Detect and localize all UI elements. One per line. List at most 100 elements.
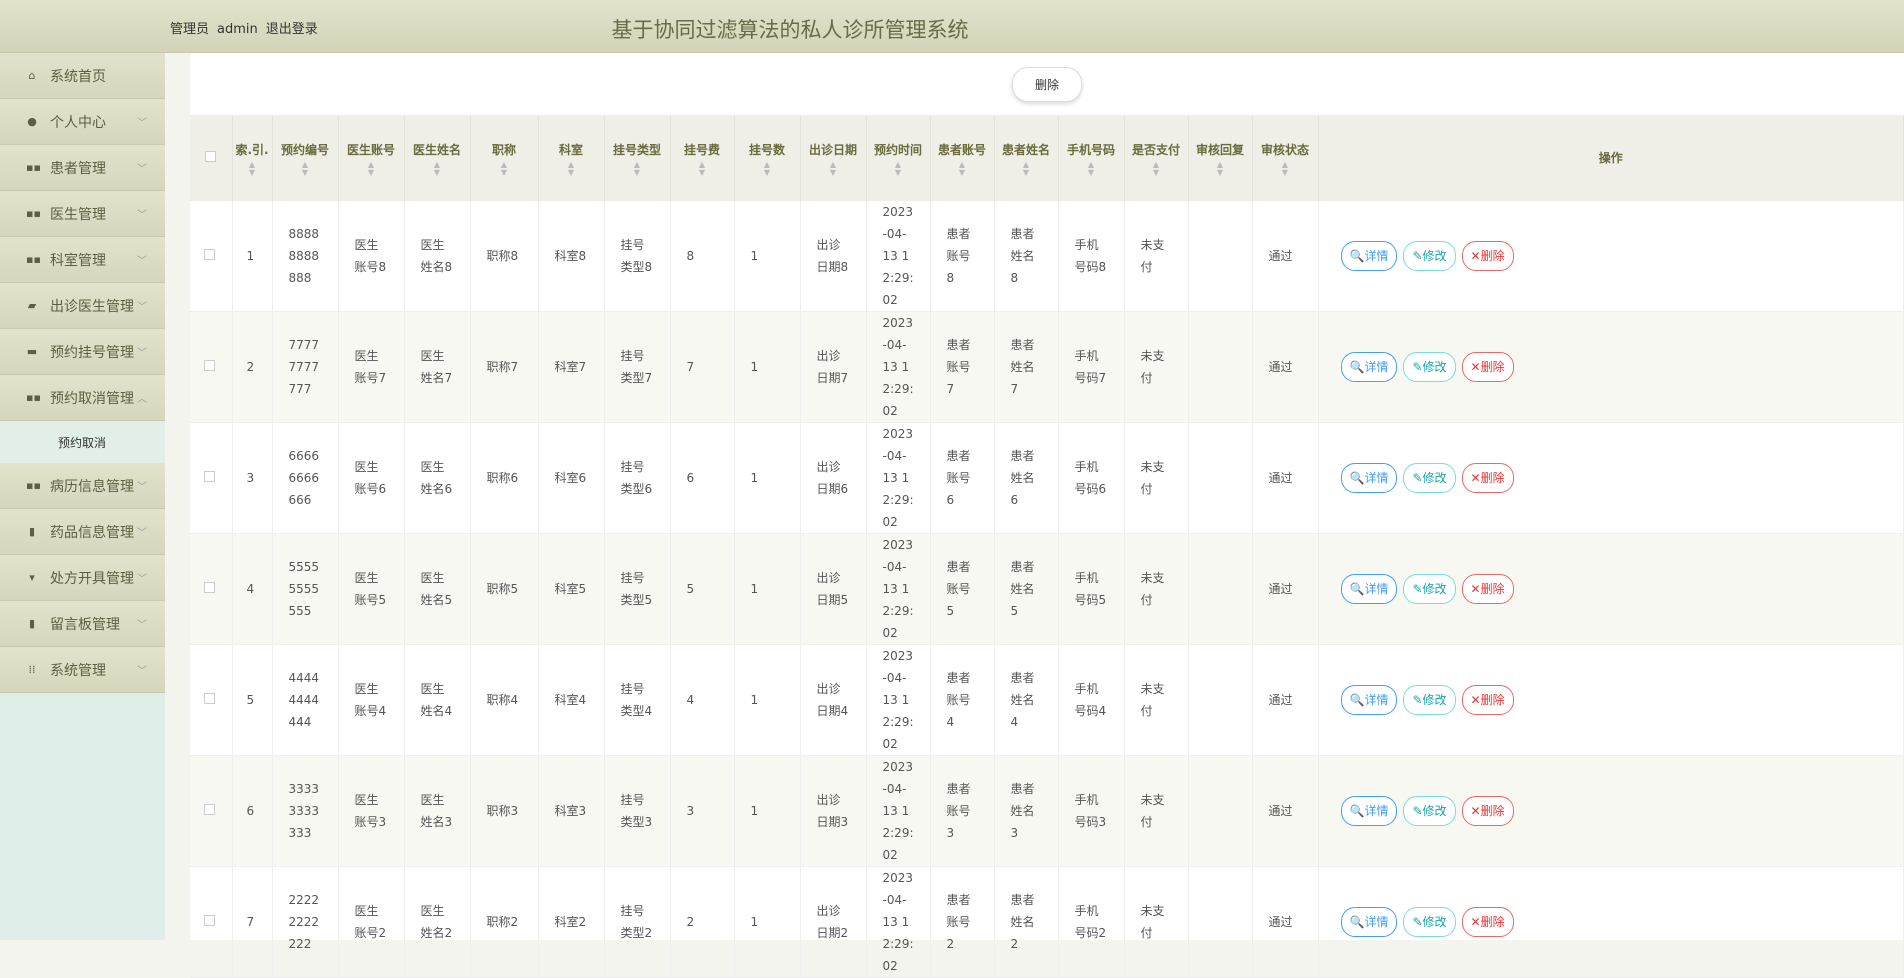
table-cell: 患者姓名8 — [994, 201, 1059, 312]
sidebar-subitem-cancel[interactable]: 预约取消 — [0, 421, 165, 463]
delete-button[interactable]: ✕ 删除 — [1461, 907, 1514, 937]
detail-button[interactable]: 🔍 详情 — [1340, 685, 1398, 715]
sort-icon[interactable]: ▲ ▼ — [273, 161, 338, 177]
sort-icon[interactable]: ▲ ▼ — [1059, 161, 1124, 177]
delete-button[interactable]: ✕ 删除 — [1461, 463, 1514, 493]
delete-button[interactable]: ✕ 删除 — [1461, 685, 1514, 715]
column-header[interactable]: 出诊日期 ▲ ▼ — [800, 115, 867, 201]
column-header[interactable]: 挂号类型 ▲ ▼ — [604, 115, 671, 201]
sidebar-item-12[interactable]: ⁞⁞ 系统管理 ﹀ — [0, 647, 165, 693]
edit-label: 修改 — [1422, 915, 1447, 929]
table-cell: 出诊日期6 — [800, 422, 867, 534]
sidebar-item-5[interactable]: ▰ 出诊医生管理 ﹀ — [0, 283, 165, 329]
detail-button[interactable]: 🔍 详情 — [1340, 352, 1398, 382]
sort-icon[interactable]: ▲ ▼ — [1253, 161, 1318, 177]
sort-icon[interactable]: ▲ ▼ — [471, 161, 538, 177]
table-cell: 医生账号7 — [338, 311, 405, 423]
edit-button[interactable]: ✎ 修改 — [1403, 796, 1456, 826]
sort-icon[interactable]: ▲ ▼ — [801, 161, 866, 177]
column-header[interactable]: 患者账号 ▲ ▼ — [930, 115, 995, 201]
delete-button[interactable]: ✕ 删除 — [1461, 796, 1514, 826]
row-checkbox[interactable] — [204, 360, 215, 371]
sidebar-item-7[interactable]: ▪▪ 预约取消管理 ︿ — [0, 375, 165, 421]
sidebar-item-9[interactable]: ▮ 药品信息管理 ﹀ — [0, 509, 165, 555]
sort-icon[interactable]: ▲ ▼ — [735, 161, 800, 177]
row-checkbox[interactable] — [204, 471, 215, 482]
column-header[interactable]: 患者姓名 ▲ ▼ — [994, 115, 1059, 201]
column-header[interactable]: 医生姓名 ▲ ▼ — [404, 115, 471, 201]
edit-button[interactable]: ✎ 修改 — [1403, 352, 1456, 382]
sort-icon[interactable]: ▲ ▼ — [671, 161, 734, 177]
sidebar-item-0[interactable]: ⌂ 系统首页 — [0, 53, 165, 99]
sidebar-item-3[interactable]: ▪▪ 医生管理 ﹀ — [0, 191, 165, 237]
edit-button[interactable]: ✎ 修改 — [1403, 685, 1456, 715]
sidebar-item-11[interactable]: ▮ 留言板管理 ﹀ — [0, 601, 165, 647]
table-cell: 通过 — [1252, 866, 1319, 978]
detail-button[interactable]: 🔍 详情 — [1340, 907, 1398, 937]
column-header[interactable]: 科室 ▲ ▼ — [538, 115, 605, 201]
column-header[interactable]: 预约时间 ▲ ▼ — [866, 115, 931, 201]
table-cell: 挂号类型7 — [604, 311, 671, 423]
table-cell: 患者账号7 — [930, 311, 995, 423]
row-checkbox[interactable] — [204, 915, 215, 926]
column-header[interactable]: 预约编号 ▲ ▼ — [272, 115, 339, 201]
delete-button[interactable]: ✕ 删除 — [1461, 574, 1514, 604]
sidebar-item-2[interactable]: ▪▪ 患者管理 ﹀ — [0, 145, 165, 191]
column-header[interactable]: 挂号数 ▲ ▼ — [734, 115, 801, 201]
column-header[interactable]: 审核回复 ▲ ▼ — [1188, 115, 1253, 201]
detail-button[interactable]: 🔍 详情 — [1340, 574, 1398, 604]
sort-icon[interactable]: ▲ ▼ — [1189, 161, 1252, 177]
table-cell: 医生姓名2 — [404, 866, 471, 978]
detail-button[interactable]: 🔍 详情 — [1340, 241, 1398, 271]
table-cell: 科室2 — [538, 866, 605, 978]
edit-button[interactable]: ✎ 修改 — [1403, 241, 1456, 271]
edit-button[interactable]: ✎ 修改 — [1403, 907, 1456, 937]
sort-icon[interactable]: ▲ ▼ — [339, 161, 404, 177]
edit-button[interactable]: ✎ 修改 — [1403, 463, 1456, 493]
sort-icon[interactable]: ▲ ▼ — [605, 161, 670, 177]
column-header[interactable]: 医生账号 ▲ ▼ — [338, 115, 405, 201]
sort-icon[interactable]: ▲ ▼ — [995, 161, 1058, 177]
row-checkbox[interactable] — [204, 693, 215, 704]
row-checkbox[interactable] — [204, 249, 215, 260]
select-all-checkbox[interactable] — [205, 151, 217, 162]
column-header[interactable]: 索.引. ▲ ▼ — [232, 115, 273, 201]
sort-icon[interactable]: ▲ ▼ — [233, 161, 272, 177]
chevron-down-icon: ﹀ — [137, 118, 147, 129]
sidebar-item-10[interactable]: ▾ 处方开具管理 ﹀ — [0, 555, 165, 601]
sort-icon[interactable]: ▲ ▼ — [405, 161, 470, 177]
row-checkbox[interactable] — [204, 582, 215, 593]
table-cell: 未支付 — [1124, 644, 1189, 756]
table-cell: 1 — [232, 201, 273, 312]
sort-icon[interactable]: ▲ ▼ — [539, 161, 604, 177]
delete-button[interactable]: ✕ 删除 — [1461, 352, 1514, 382]
column-header[interactable]: 挂号费 ▲ ▼ — [670, 115, 735, 201]
column-header[interactable]: 手机号码 ▲ ▼ — [1058, 115, 1125, 201]
sort-icon[interactable]: ▲ ▼ — [931, 161, 994, 177]
column-header-label: 科室 — [558, 143, 583, 157]
table-cell: 未支付 — [1124, 866, 1189, 978]
sidebar-item-4[interactable]: ▪▪ 科室管理 ﹀ — [0, 237, 165, 283]
column-header[interactable]: 审核状态 ▲ ▼ — [1252, 115, 1319, 201]
detail-button[interactable]: 🔍 详情 — [1340, 796, 1398, 826]
sort-icon[interactable]: ▲ ▼ — [1125, 161, 1188, 177]
table-cell: 职称2 — [470, 866, 539, 978]
table-cell: 未支付 — [1124, 311, 1189, 423]
column-header[interactable]: 是否支付 ▲ ▼ — [1124, 115, 1189, 201]
delete-button[interactable]: ✕ 删除 — [1461, 241, 1514, 271]
sidebar-item-label: 病历信息管理 — [50, 478, 134, 495]
sort-icon[interactable]: ▲ ▼ — [867, 161, 930, 177]
row-checkbox[interactable] — [204, 804, 215, 815]
sidebar-item-6[interactable]: ▬ 预约挂号管理 ﹀ — [0, 329, 165, 375]
chevron-down-icon: ﹀ — [137, 256, 147, 267]
sidebar-item-1[interactable]: ● 个人中心 ﹀ — [0, 99, 165, 145]
detail-button[interactable]: 🔍 详情 — [1340, 463, 1398, 493]
table-cell: 22222222222 — [272, 866, 339, 978]
batch-delete-button[interactable]: 删除 — [1011, 66, 1082, 102]
table-cell: 医生账号6 — [338, 422, 405, 534]
sidebar-item-8[interactable]: ▪▪ 病历信息管理 ﹀ — [0, 463, 165, 509]
edit-button[interactable]: ✎ 修改 — [1403, 574, 1456, 604]
column-header[interactable]: 职称 ▲ ▼ — [470, 115, 539, 201]
sidebar-item-label: 系统管理 — [50, 662, 106, 679]
table-cell: 职称6 — [470, 422, 539, 534]
